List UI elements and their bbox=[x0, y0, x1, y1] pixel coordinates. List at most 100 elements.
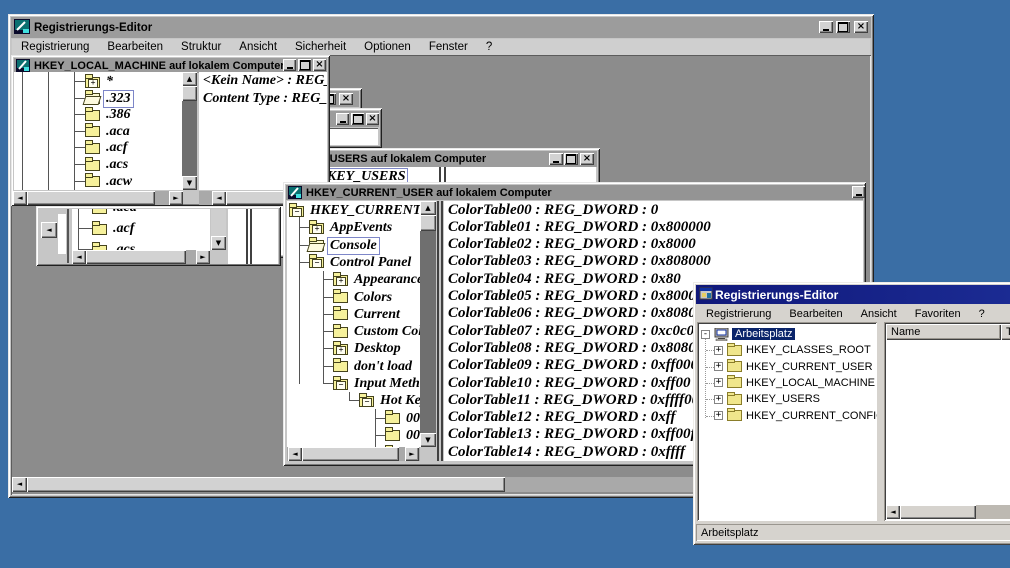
tree-row-hkey_current_user[interactable]: + HKEY_CURRENT_USER bbox=[714, 359, 873, 375]
menu-item-bearbeiten[interactable]: Bearbeiten bbox=[98, 39, 172, 55]
tree-row-hkey_local_machine[interactable]: + HKEY_LOCAL_MACHINE bbox=[714, 375, 875, 391]
scroll-left-arrow-icon[interactable]: ◄ bbox=[13, 191, 27, 205]
scroll-left-arrow-icon[interactable]: ◄ bbox=[212, 191, 226, 205]
value-row[interactable]: ColorTable05 : REG_DWORD : 0x800080 bbox=[448, 288, 711, 305]
hklm-titlebar[interactable]: HKEY_LOCAL_MACHINE auf lokalem Computer bbox=[14, 58, 327, 73]
value-row[interactable]: ColorTable00 : REG_DWORD : 0 bbox=[448, 202, 658, 218]
column-header-name[interactable]: Name bbox=[886, 324, 1001, 340]
tree-row[interactable]: Current bbox=[333, 306, 402, 323]
scroll-down-arrow-icon[interactable]: ▼ bbox=[182, 176, 197, 190]
hklm-minimize-button[interactable] bbox=[283, 59, 296, 71]
value-row[interactable]: ColorTable12 : REG_DWORD : 0xff bbox=[448, 409, 676, 426]
h-scroll-thumb[interactable] bbox=[86, 250, 186, 264]
menu-item-favoriten[interactable]: Favoriten bbox=[906, 306, 970, 322]
tree-row[interactable]: −Input Method bbox=[333, 375, 420, 392]
expand-badge-icon[interactable]: + bbox=[88, 78, 98, 88]
tree-row[interactable]: .aca bbox=[92, 209, 139, 216]
expand-badge-icon[interactable]: + bbox=[336, 276, 346, 286]
menu-item-?[interactable]: ? bbox=[477, 39, 501, 55]
tree-row-hkey_current_config[interactable]: + HKEY_CURRENT_CONFIG bbox=[714, 408, 877, 424]
menu-item-ansicht[interactable]: Ansicht bbox=[852, 306, 906, 322]
collapse-box-icon[interactable]: - bbox=[701, 329, 710, 339]
h-scroll-thumb[interactable] bbox=[302, 447, 399, 461]
hklm-v-scroll-thumb[interactable] bbox=[182, 86, 197, 101]
expand-box-icon[interactable]: + bbox=[714, 345, 723, 355]
value-row[interactable]: ColorTable06 : REG_DWORD : 0x8080 bbox=[448, 305, 696, 322]
main-minimize-button[interactable] bbox=[819, 21, 833, 33]
scroll-left-arrow-icon[interactable]: ◄ bbox=[41, 222, 57, 238]
tree-row[interactable]: .acw bbox=[85, 173, 134, 190]
tree-row[interactable]: 0000 bbox=[385, 410, 420, 427]
scroll-down-arrow-icon[interactable]: ▼ bbox=[211, 236, 226, 250]
tree-row[interactable]: −HKEY_CURRENT_USER bbox=[289, 202, 420, 219]
scroll-up-arrow-icon[interactable]: ▲ bbox=[182, 72, 197, 86]
scroll-left-arrow-icon[interactable]: ◄ bbox=[288, 447, 302, 461]
hklm-v-scrollbar[interactable]: ▲ ▼ bbox=[182, 72, 197, 190]
value-row[interactable]: ColorTable03 : REG_DWORD : 0x808000 bbox=[448, 253, 711, 270]
menu-item-struktur[interactable]: Struktur bbox=[172, 39, 230, 55]
tree-row[interactable]: .323 bbox=[85, 89, 134, 108]
value-row[interactable]: <Kein Name> : REG_ bbox=[203, 73, 327, 89]
frag-a-close-button[interactable]: × bbox=[339, 93, 353, 105]
frag-c-v-scrollbar[interactable]: ▼ bbox=[211, 209, 226, 250]
hkcu-minimize-button[interactable] bbox=[852, 186, 865, 198]
regedit-list-h-scrollbar[interactable]: ◄ bbox=[886, 505, 1010, 519]
tree-row[interactable]: + Desktop bbox=[333, 340, 403, 357]
frag-b-maximize-button[interactable] bbox=[351, 113, 364, 125]
collapse-badge-icon[interactable]: − bbox=[362, 397, 372, 407]
tree-row[interactable]: .acs bbox=[92, 241, 137, 250]
scroll-right-arrow-icon[interactable]: ► bbox=[405, 447, 419, 461]
scroll-up-arrow-icon[interactable]: ▲ bbox=[420, 201, 436, 215]
value-row[interactable]: ColorTable11 : REG_DWORD : 0xffff00 bbox=[448, 392, 699, 408]
tree-row-hkey_classes_root[interactable]: + HKEY_CLASSES_ROOT bbox=[714, 342, 871, 358]
scroll-left-arrow-icon[interactable]: ◄ bbox=[72, 250, 86, 264]
tree-row[interactable]: .386 bbox=[85, 106, 133, 123]
scroll-left-arrow-icon[interactable]: ◄ bbox=[886, 505, 900, 519]
tree-row[interactable]: Colors bbox=[333, 289, 394, 306]
collapse-badge-icon[interactable]: − bbox=[292, 207, 302, 217]
value-row[interactable]: ColorTable01 : REG_DWORD : 0x800000 bbox=[448, 219, 711, 235]
tree-row[interactable]: Custom Colors bbox=[333, 323, 420, 340]
tree-row[interactable]: + Appearance bbox=[333, 271, 420, 288]
value-row[interactable]: ColorTable07 : REG_DWORD : 0xc0c0c0 bbox=[448, 323, 708, 339]
expand-badge-icon[interactable]: + bbox=[336, 345, 346, 355]
menu-item-optionen[interactable]: Optionen bbox=[355, 39, 420, 55]
tree-row[interactable]: −Hot Keys bbox=[359, 392, 420, 409]
expand-box-icon[interactable]: + bbox=[714, 362, 723, 372]
expand-box-icon[interactable]: + bbox=[714, 378, 723, 388]
hklm-tree-h-scrollbar[interactable]: ◄ ► bbox=[13, 191, 183, 205]
tree-row[interactable]: .acf bbox=[92, 220, 136, 237]
menu-item-bearbeiten[interactable]: Bearbeiten bbox=[780, 306, 851, 322]
tree-row[interactable]: .aca bbox=[85, 123, 132, 140]
hkcu-v-scrollbar[interactable]: ▲ ▼ bbox=[420, 201, 436, 447]
collapse-badge-icon[interactable]: − bbox=[312, 259, 322, 269]
scroll-down-arrow-icon[interactable]: ▼ bbox=[420, 433, 436, 447]
hkcu-titlebar[interactable]: HKEY_CURRENT_USER auf lokalem Computer bbox=[286, 185, 863, 200]
frag-b-minimize-button[interactable] bbox=[336, 113, 349, 125]
main-maximize-button[interactable] bbox=[836, 21, 850, 33]
frag-b-close-button[interactable]: × bbox=[366, 113, 379, 125]
users-minimize-button[interactable] bbox=[549, 153, 563, 165]
value-row[interactable]: ColorTable09 : REG_DWORD : 0xff0000 bbox=[448, 357, 706, 374]
scroll-right-arrow-icon[interactable]: ► bbox=[169, 191, 183, 205]
frag-c-h-scrollbar[interactable]: ◄ ► bbox=[72, 250, 210, 264]
hklm-close-button[interactable]: × bbox=[313, 59, 326, 71]
expand-box-icon[interactable]: + bbox=[714, 394, 723, 404]
menu-item-registrierung[interactable]: Registrierung bbox=[697, 306, 780, 322]
column-header-typ[interactable]: Typ bbox=[1001, 324, 1010, 340]
menu-item-sicherheit[interactable]: Sicherheit bbox=[286, 39, 355, 55]
tree-row-hkey_users[interactable]: + HKEY_USERS bbox=[714, 391, 820, 407]
main-close-button[interactable]: × bbox=[854, 21, 868, 33]
tree-row[interactable]: Console bbox=[309, 236, 380, 255]
regedit-titlebar[interactable]: Registrierungs-Editor bbox=[696, 285, 1010, 304]
hklm-maximize-button[interactable] bbox=[298, 59, 311, 71]
value-row[interactable]: ColorTable14 : REG_DWORD : 0xffff bbox=[448, 444, 685, 460]
tree-row-arbeitsplatz[interactable]: - Arbeitsplatz bbox=[701, 326, 796, 342]
tree-row[interactable]: .acf bbox=[85, 139, 129, 156]
expand-box-icon[interactable]: + bbox=[714, 411, 723, 420]
value-row[interactable]: ColorTable13 : REG_DWORD : 0xff00ff bbox=[448, 426, 700, 443]
value-row[interactable]: ColorTable10 : REG_DWORD : 0xff00 bbox=[448, 375, 691, 391]
users-maximize-button[interactable] bbox=[564, 153, 578, 165]
hkcu-tree-h-scrollbar[interactable]: ◄ ► bbox=[287, 447, 420, 461]
scroll-left-arrow-icon[interactable]: ◄ bbox=[12, 477, 27, 492]
